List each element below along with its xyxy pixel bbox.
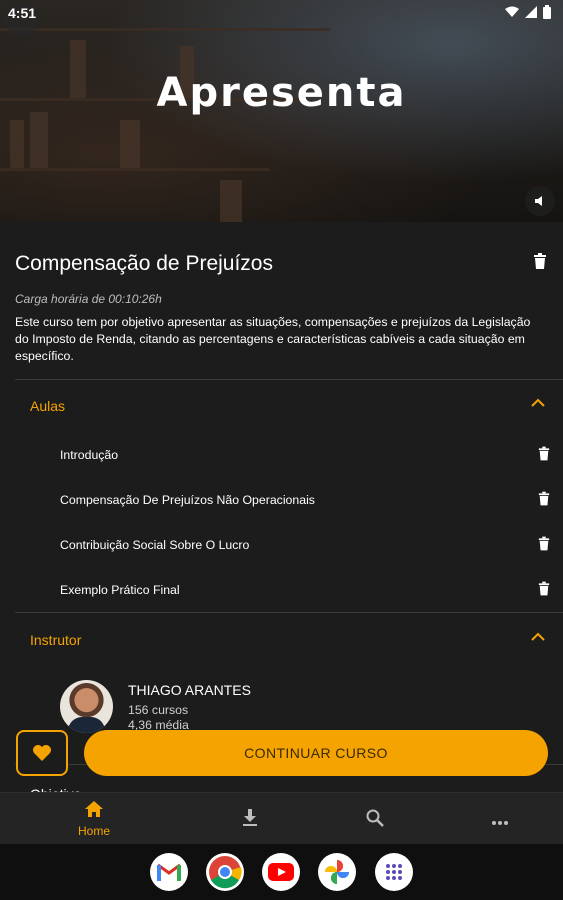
course-title: Compensação de Prejuízos [15,252,273,275]
apps-grid-icon [386,864,402,880]
photos-icon [325,860,349,884]
status-time: 4:51 [8,5,37,21]
trash-icon[interactable] [538,491,550,506]
book-decoration [30,112,48,168]
heart-icon [33,745,51,761]
shelf-decoration [0,168,270,171]
lesson-item[interactable]: Introdução [60,442,550,472]
trash-icon[interactable] [538,446,550,461]
lesson-label: Exemplo Prático Final [60,583,180,597]
youtube-app-icon[interactable] [262,853,300,891]
nav-downloads[interactable] [220,809,280,832]
app-drawer-icon[interactable] [375,853,413,891]
battery-icon [543,5,551,19]
divider [15,612,563,613]
instructor-section-label: Instrutor [30,632,82,648]
status-icons [505,5,551,19]
chevron-up-icon [531,632,545,641]
nav-home[interactable]: Home [64,801,124,838]
instructor-section-header[interactable]: Instrutor [15,626,549,656]
lesson-label: Introdução [60,448,119,462]
instructor-card[interactable]: THIAGO ARANTES 156 cursos 4,36 média [60,678,460,738]
system-dock [0,844,563,900]
trash-icon[interactable] [538,536,550,551]
course-details: Compensação de Prejuízos Carga horária d… [0,222,563,802]
search-icon [366,809,384,827]
course-description: Este curso tem por objetivo apresentar a… [15,315,531,363]
bottom-navigation: Home [0,792,563,844]
chrome-icon [209,856,242,889]
photos-app-icon[interactable] [318,853,356,891]
chevron-up-icon [531,398,545,407]
lesson-item[interactable]: Contribuição Social Sobre O Lucro [60,532,550,562]
chrome-app-icon[interactable] [206,853,244,891]
signal-icon [525,6,537,18]
nav-more[interactable] [470,813,530,831]
book-decoration [220,180,242,222]
trash-icon[interactable] [533,253,547,269]
book-decoration [120,120,140,168]
course-workload: Carga horária de 00:10:26h [15,292,162,306]
lesson-item[interactable]: Exemplo Prático Final [60,577,550,607]
lesson-item[interactable]: Compensação De Prejuízos Não Operacionai… [60,487,550,517]
gmail-app-icon[interactable] [150,853,188,891]
lesson-label: Contribuição Social Sobre O Lucro [60,538,250,552]
instructor-name: THIAGO ARANTES [128,682,251,698]
trash-icon[interactable] [538,581,550,596]
lessons-section-header[interactable]: Aulas [15,392,549,422]
gmail-icon [157,863,181,881]
mute-button[interactable] [525,186,555,216]
more-icon [492,821,508,825]
avatar [60,680,113,733]
home-icon [85,801,103,817]
nav-search[interactable] [345,809,405,832]
favorite-button[interactable] [16,730,68,776]
nav-home-label: Home [77,824,110,838]
lesson-label: Compensação De Prejuízos Não Operacionai… [60,493,315,507]
download-icon [243,809,257,826]
lessons-section-label: Aulas [30,398,66,414]
status-bar: 4:51 [0,0,563,26]
continue-course-button[interactable]: CONTINUAR CURSO [84,730,548,776]
book-decoration [10,120,24,168]
shelf-decoration [0,28,330,31]
youtube-icon [268,863,294,881]
instructor-courses: 156 cursos [128,703,189,717]
course-video-player[interactable]: 4:51 Apresenta [0,0,563,222]
wifi-icon [505,6,519,17]
volume-icon [535,196,542,206]
video-title-overlay: Apresenta [156,70,407,116]
divider [15,379,563,380]
